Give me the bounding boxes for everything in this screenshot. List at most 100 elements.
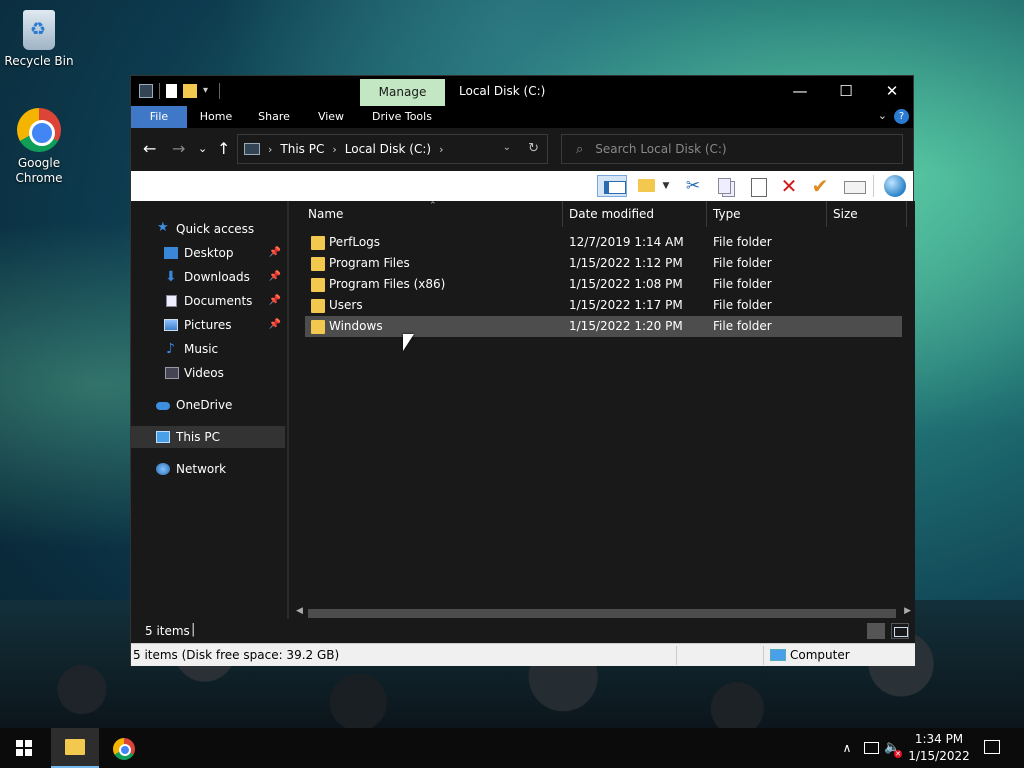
close-button[interactable]: ✕ — [869, 76, 915, 106]
this-pc-icon — [244, 143, 260, 155]
title-bar[interactable]: ▾ Manage Local Disk (C:) — ☐ ✕ — [131, 76, 913, 106]
minimize-button[interactable]: — — [777, 76, 823, 106]
sidebar-item-label: Quick access — [176, 222, 255, 236]
new-folder-dropdown-icon[interactable]: ▼ — [660, 175, 672, 197]
folder-icon — [311, 299, 325, 313]
help-icon[interactable]: ? — [894, 109, 909, 124]
new-folder-qat-icon[interactable] — [183, 84, 197, 98]
navigation-pane[interactable]: ★ Quick access Desktop 📌 ⬇ Downloads 📌 D… — [131, 201, 289, 619]
network-globe-icon — [156, 463, 170, 475]
show-hidden-icons-button[interactable]: ∧ — [838, 728, 856, 768]
globe-icon[interactable] — [883, 175, 907, 197]
horizontal-scrollbar[interactable]: ◀ ▶ — [291, 606, 915, 619]
file-type: File folder — [713, 256, 772, 270]
properties-qat-icon[interactable] — [139, 84, 153, 98]
breadcrumb-this-pc[interactable]: This PC — [280, 142, 324, 156]
file-explorer-window: ▾ Manage Local Disk (C:) — ☐ ✕ File Home… — [130, 75, 915, 666]
scroll-right-icon[interactable]: ▶ — [904, 606, 911, 616]
sidebar-item-quick-access[interactable]: ★ Quick access — [131, 218, 285, 240]
network-tray-icon[interactable] — [862, 728, 880, 768]
new-folder-icon[interactable] — [635, 175, 659, 197]
column-header-size[interactable]: Size — [827, 201, 907, 227]
sidebar-item-desktop[interactable]: Desktop 📌 — [131, 242, 285, 264]
sort-ascending-icon: ⌃ — [429, 201, 437, 211]
paste-icon[interactable] — [746, 175, 770, 197]
file-row[interactable]: Program Files (x86) 1/15/2022 1:08 PM Fi… — [305, 274, 902, 295]
expand-ribbon-icon[interactable]: ⌄ — [878, 109, 887, 122]
sidebar-item-label: Downloads — [184, 270, 250, 284]
tab-share[interactable]: Share — [251, 106, 297, 128]
scrollbar-thumb[interactable] — [308, 609, 896, 618]
tab-drive-tools[interactable]: Drive Tools — [367, 106, 437, 128]
maximize-button[interactable]: ☐ — [823, 76, 869, 106]
column-header-type[interactable]: Type — [707, 201, 827, 227]
details-view-button[interactable] — [867, 623, 885, 639]
tab-manage[interactable]: Manage — [360, 79, 445, 106]
sidebar-item-music[interactable]: ♪ Music — [131, 338, 285, 360]
file-date: 1/15/2022 1:12 PM — [569, 256, 683, 270]
delete-icon[interactable]: ✕ — [777, 175, 801, 197]
sidebar-item-documents[interactable]: Documents 📌 — [131, 290, 285, 312]
sidebar-item-downloads[interactable]: ⬇ Downloads 📌 — [131, 266, 285, 288]
checkmark-icon[interactable]: ✔ — [808, 175, 832, 197]
sidebar-item-label: OneDrive — [176, 398, 233, 412]
scroll-left-icon[interactable]: ◀ — [296, 606, 303, 616]
desktop-icon-google-chrome[interactable]: Google Chrome — [1, 108, 77, 186]
download-arrow-icon: ⬇ — [165, 269, 177, 285]
sidebar-item-network[interactable]: Network — [131, 458, 285, 480]
large-icons-view-button[interactable] — [891, 623, 909, 639]
file-row-selected[interactable]: Windows 1/15/2022 1:20 PM File folder — [305, 316, 902, 337]
breadcrumb-separator-icon[interactable]: › — [332, 143, 336, 156]
folder-icon — [311, 257, 325, 271]
checkmark-qat-icon[interactable] — [166, 84, 177, 98]
desktop-icon — [164, 247, 178, 259]
search-input[interactable] — [595, 142, 876, 156]
breadcrumb-separator-icon[interactable]: › — [268, 143, 272, 156]
column-header-date-modified[interactable]: Date modified — [563, 201, 707, 227]
cut-icon[interactable]: ✂ — [681, 175, 705, 197]
tab-view[interactable]: View — [308, 106, 354, 128]
file-list[interactable]: Name ⌃ Date modified Type Size PerfLogs … — [291, 201, 915, 619]
item-count: 5 items — [145, 624, 190, 638]
back-button[interactable]: ← — [143, 140, 156, 158]
recent-locations-button[interactable]: ⌄ — [198, 140, 207, 158]
navigation-pane-icon[interactable] — [597, 175, 627, 197]
search-box[interactable]: ⌕ — [561, 134, 903, 164]
volume-muted-icon[interactable]: 🔈 ✕ — [884, 728, 904, 768]
breadcrumb-separator-icon[interactable]: › — [439, 143, 443, 156]
sidebar-item-label: Network — [176, 462, 227, 476]
tab-file[interactable]: File — [131, 106, 187, 128]
sidebar-item-pictures[interactable]: Pictures 📌 — [131, 314, 285, 336]
copy-icon[interactable] — [713, 175, 737, 197]
pin-icon: 📌 — [268, 295, 281, 306]
up-button[interactable]: ↑ — [217, 140, 230, 158]
address-dropdown-icon[interactable]: ⌄ — [503, 142, 511, 153]
breadcrumb-local-disk[interactable]: Local Disk (C:) — [345, 142, 431, 156]
quick-access-toolbar: ▾ — [139, 83, 220, 99]
classic-status-bar: 5 items (Disk free space: 39.2 GB) Compu… — [131, 643, 915, 666]
file-type: File folder — [713, 319, 772, 333]
sidebar-item-onedrive[interactable]: OneDrive — [131, 394, 285, 416]
taskbar-clock[interactable]: 1:34 PM 1/15/2022 — [908, 731, 970, 765]
customize-qat-icon[interactable]: ▾ — [203, 84, 213, 98]
tab-home[interactable]: Home — [193, 106, 239, 128]
forward-button[interactable]: → — [172, 140, 185, 158]
action-center-icon[interactable] — [976, 728, 1006, 768]
file-row[interactable]: Users 1/15/2022 1:17 PM File folder — [305, 295, 902, 316]
status-zone: Computer — [763, 646, 913, 665]
taskbar-file-explorer[interactable] — [51, 728, 99, 768]
start-button[interactable] — [0, 728, 48, 768]
address-bar[interactable]: › This PC › Local Disk (C:) › ⌄ ↻ — [237, 134, 548, 164]
file-row[interactable]: PerfLogs 12/7/2019 1:14 AM File folder — [305, 232, 902, 253]
file-name: Windows — [329, 319, 383, 333]
file-row[interactable]: Program Files 1/15/2022 1:12 PM File fol… — [305, 253, 902, 274]
sidebar-item-this-pc[interactable]: This PC — [131, 426, 285, 448]
file-name: Users — [329, 298, 363, 312]
sidebar-item-videos[interactable]: Videos — [131, 362, 285, 384]
refresh-icon[interactable]: ↻ — [528, 141, 539, 156]
desktop-icon-recycle-bin[interactable]: Recycle Bin — [1, 10, 77, 69]
taskbar-chrome[interactable] — [100, 728, 148, 768]
properties-icon[interactable] — [842, 175, 866, 197]
file-date: 12/7/2019 1:14 AM — [569, 235, 684, 249]
column-header-name[interactable]: Name ⌃ — [291, 201, 563, 227]
